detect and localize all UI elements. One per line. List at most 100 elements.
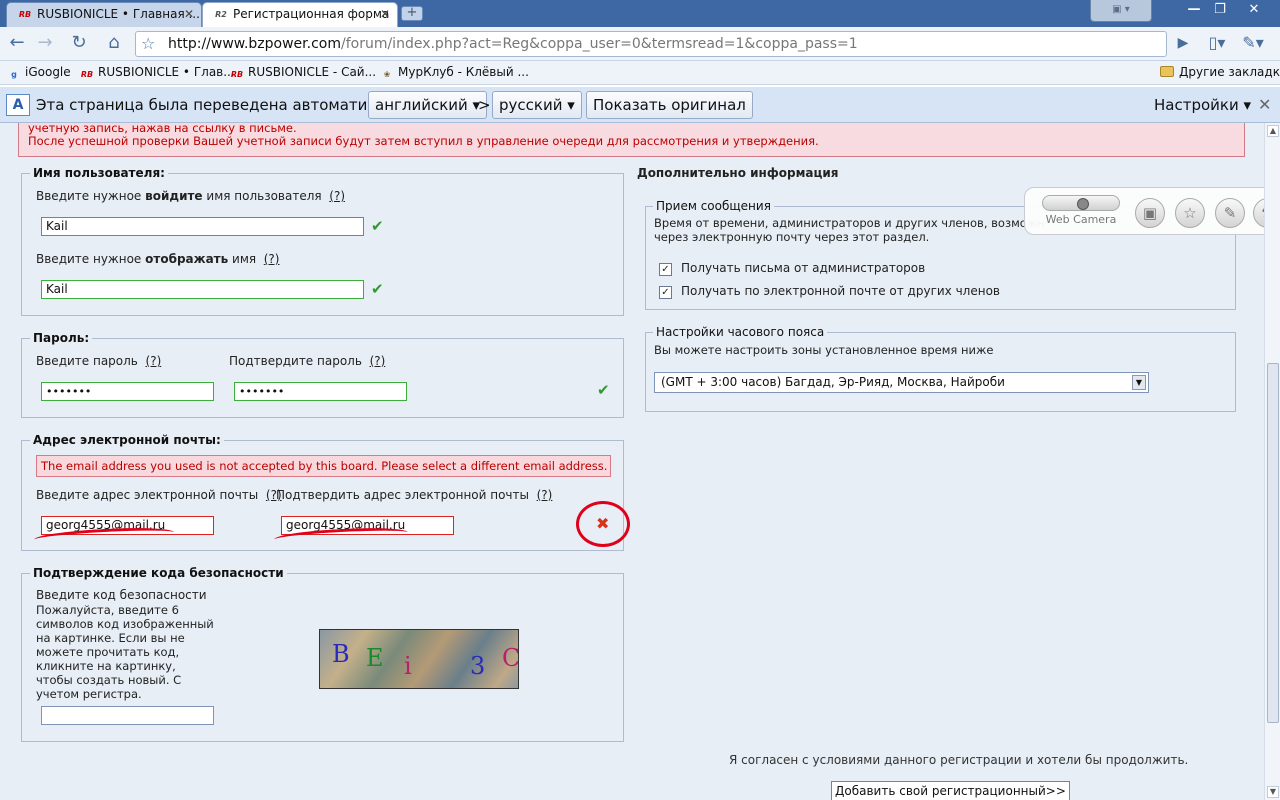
label-text: имя — [228, 252, 257, 266]
rusbionicle-favicon-icon: RB — [18, 10, 32, 19]
vertical-scrollbar[interactable]: ▲ ▼ — [1264, 123, 1280, 800]
scrollbar-thumb[interactable] — [1267, 363, 1279, 723]
valid-check-icon: ✔ — [597, 381, 610, 399]
timezone-description: Вы можете настроить зоны установленное в… — [654, 343, 994, 357]
url-path: /forum/index.php?act=Reg&coppa_user=0&te… — [340, 36, 858, 52]
timezone-select[interactable]: (GMT + 3:00 часов) Багдад, Эр-Рияд, Моск… — [654, 372, 1149, 393]
submit-registration-button[interactable]: Добавить свой регистрационный>> — [831, 781, 1070, 800]
bookmark-igoogle[interactable]: g iGoogle — [7, 65, 71, 81]
label-text: Подтвердите пароль — [229, 354, 362, 368]
tab-strip: RB RUSBIONICLE • Главная ... ✕ R2 Регист… — [0, 0, 1280, 27]
other-bookmarks-folder[interactable]: Другие закладки — [1160, 65, 1280, 79]
captcha-input[interactable] — [41, 706, 214, 725]
email-error-message: The email address you used is not accept… — [36, 455, 611, 477]
captcha-image[interactable]: B E i 3 C — [319, 629, 519, 689]
messages-description: через электронную почту через этот разде… — [654, 230, 930, 244]
page-menu-icon[interactable]: ▯▾ — [1204, 32, 1230, 56]
wrench-icon[interactable]: ⚒ — [1253, 198, 1264, 228]
bookmark-rusbionicle-site[interactable]: RB RUSBIONICLE - Сай... — [230, 65, 376, 81]
member-mail-checkbox[interactable]: ✓ — [659, 286, 672, 299]
label-bold: отображать — [145, 252, 229, 266]
back-button[interactable]: ← — [4, 32, 30, 56]
captcha-label: Введите код безопасности — [36, 588, 207, 602]
help-link[interactable]: (?) — [146, 354, 162, 368]
rusbionicle-favicon-icon: RB — [80, 70, 94, 79]
valid-check-icon: ✔ — [371, 280, 384, 298]
help-link[interactable]: (?) — [370, 354, 386, 368]
captcha-char: B — [332, 640, 350, 668]
reload-button[interactable]: ↻ — [66, 32, 92, 56]
close-window-button[interactable]: ✕ — [1242, 2, 1266, 20]
label-text: Введите адрес электронной почты — [36, 488, 259, 502]
bookmark-label: Другие закладки — [1179, 65, 1280, 79]
new-tab-button[interactable]: + — [401, 6, 423, 21]
label-text: Подтвердить адрес электронной почты — [276, 488, 529, 502]
close-tab-icon[interactable]: ✕ — [380, 3, 390, 26]
login-name-label: Введите нужное войдите имя пользователя … — [36, 189, 345, 203]
tab-rusbionicle[interactable]: RB RUSBIONICLE • Главная ... ✕ — [6, 2, 202, 27]
murclub-favicon-icon: ❀ — [383, 70, 391, 79]
camera-widget[interactable]: ▣ ▾ — [1090, 0, 1152, 22]
help-link[interactable]: (?) — [264, 252, 280, 266]
home-button[interactable]: ⌂ — [101, 32, 127, 56]
captcha-char: C — [502, 644, 519, 672]
forward-button[interactable]: → — [32, 32, 58, 56]
translate-arrow: > — [478, 96, 491, 114]
timezone-legend: Настройки часового пояса — [653, 325, 828, 339]
webcam-icon — [1042, 195, 1120, 211]
show-original-button[interactable]: Показать оригинал — [586, 91, 753, 119]
captcha-char: i — [404, 652, 412, 680]
captcha-legend: Подтверждение кода безопасности — [30, 566, 287, 580]
go-arrow-icon[interactable]: ▶ — [1170, 32, 1196, 56]
tab-title: RUSBIONICLE • Главная ... — [37, 7, 200, 21]
minimize-button[interactable]: — — [1182, 2, 1206, 20]
admin-mail-checkbox[interactable]: ✓ — [659, 263, 672, 276]
email-label: Введите адрес электронной почты (?) — [36, 488, 282, 502]
profile-icon[interactable]: ▣ — [1135, 198, 1165, 228]
translate-settings-menu[interactable]: Настройки ▾ — [1154, 96, 1251, 114]
help-link[interactable]: (?) — [537, 488, 553, 502]
display-name-input[interactable]: Kail — [41, 280, 364, 299]
restore-button[interactable]: ❐ — [1208, 2, 1232, 20]
bookmark-star-icon[interactable]: ☆ — [141, 34, 155, 53]
bookmark-label: МурКлуб - Клёвый ... — [398, 65, 529, 79]
star-icon[interactable]: ☆ — [1175, 198, 1205, 228]
captcha-char: E — [366, 644, 384, 672]
wrench-menu-icon[interactable]: ✎▾ — [1240, 32, 1266, 56]
member-mail-label: Получать по электронной почте от других … — [681, 284, 1000, 298]
url-text: http://www.bzpower.com/forum/index.php?a… — [168, 36, 858, 52]
dropdown-arrow-icon[interactable]: ▼ — [1132, 375, 1146, 390]
messages-description: Время от времени, администраторов и друг… — [654, 216, 1045, 230]
source-language-select[interactable]: английский ▾ — [368, 91, 488, 119]
bookmark-label: RUSBIONICLE - Сай... — [248, 65, 377, 79]
admin-mail-label: Получать письма от администраторов — [681, 261, 926, 275]
display-name-label: Введите нужное отображать имя (?) — [36, 252, 279, 266]
bookmark-murclub[interactable]: ❀ МурКлуб - Клёвый ... — [380, 65, 529, 81]
page-content: учетную запись, нажав на ссылку в письме… — [0, 123, 1264, 800]
label-text: Введите нужное — [36, 252, 146, 266]
login-name-input[interactable]: Kail — [41, 217, 364, 236]
address-bar[interactable]: ☆ http://www.bzpower.com/forum/index.php… — [135, 31, 1167, 57]
translate-message: Эта страница была переведена автоматичес… — [36, 96, 413, 114]
error-banner: учетную запись, нажав на ссылку в письме… — [18, 123, 1245, 157]
password-input[interactable]: ••••••• — [41, 382, 214, 401]
messages-legend: Прием сообщения — [653, 199, 774, 213]
close-tab-icon[interactable]: ✕ — [184, 3, 194, 26]
close-translate-bar-icon[interactable]: ✕ — [1258, 95, 1271, 114]
edit-icon[interactable]: ✎ — [1215, 198, 1245, 228]
error-line-2: После успешной проверки Вашей учетной за… — [28, 134, 819, 148]
rusbionicle-favicon-icon: RB — [230, 70, 244, 79]
folder-icon — [1160, 66, 1174, 77]
webcam-button[interactable]: Web Camera — [1041, 195, 1121, 231]
scroll-up-icon[interactable]: ▲ — [1267, 125, 1279, 137]
scroll-down-icon[interactable]: ▼ — [1267, 786, 1279, 798]
email-legend: Адрес электронной почты: — [30, 433, 224, 447]
tab-registration[interactable]: R2 Регистрационная форма ✕ — [202, 2, 398, 27]
label-bold: войдите — [145, 189, 203, 203]
valid-check-icon: ✔ — [371, 217, 384, 235]
confirm-password-input[interactable]: ••••••• — [234, 382, 407, 401]
target-language-select[interactable]: русский ▾ — [492, 91, 582, 119]
help-link[interactable]: (?) — [329, 189, 345, 203]
bookmark-rusbionicle-main[interactable]: RB RUSBIONICLE • Глав... — [80, 65, 235, 81]
igoogle-icon: g — [11, 70, 17, 79]
